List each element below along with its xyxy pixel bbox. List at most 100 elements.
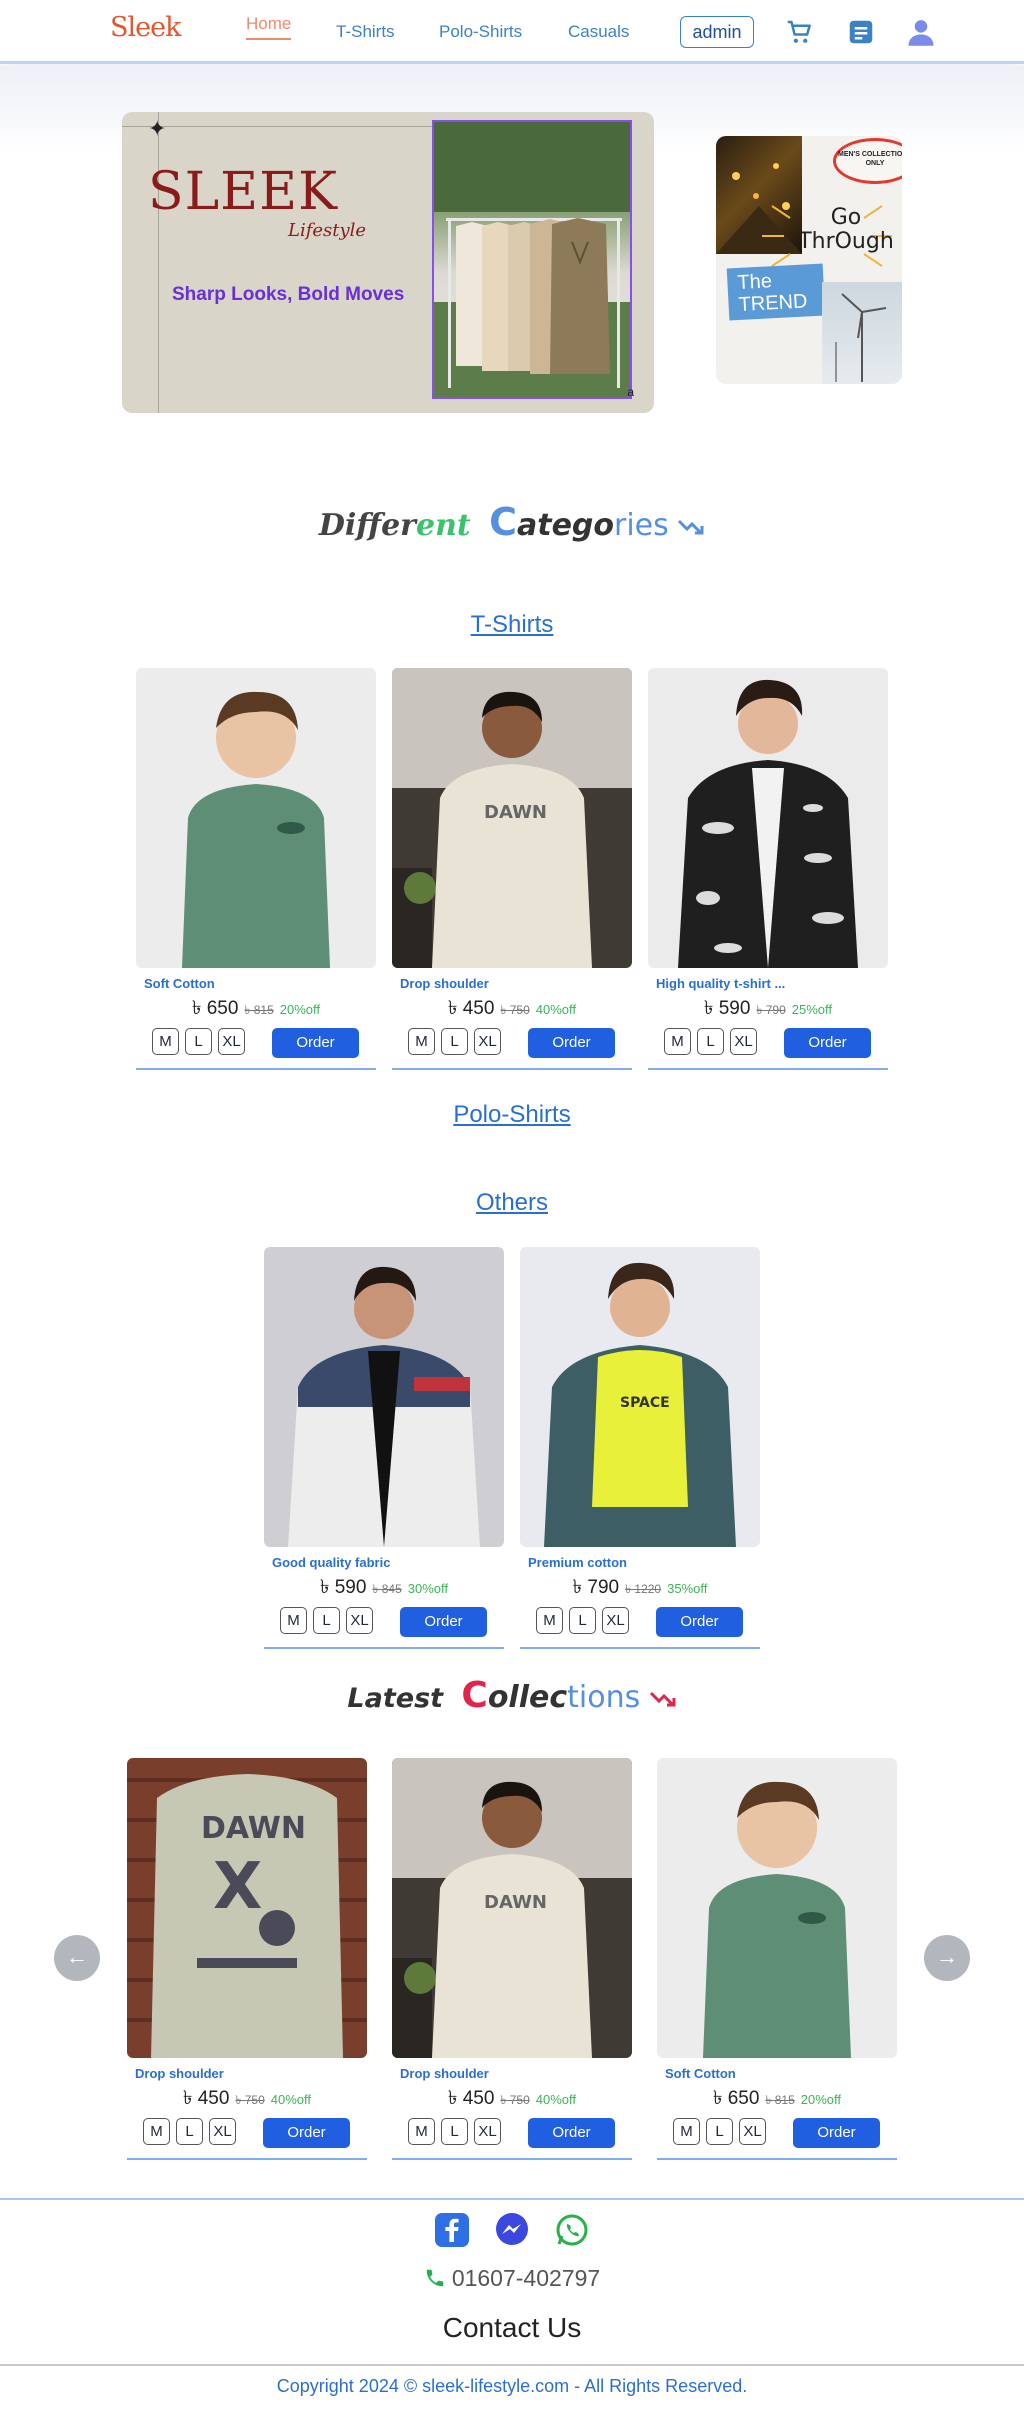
size-l-button[interactable]: L	[569, 1607, 596, 1634]
product-old-price: ৳ 750	[500, 2093, 530, 2107]
phone-icon	[426, 2269, 444, 2287]
product-image[interactable]: DAWN X	[127, 1758, 367, 2058]
facebook-icon[interactable]	[434, 2212, 470, 2248]
product-image[interactable]	[264, 1247, 504, 1547]
order-button[interactable]: Order	[784, 1028, 871, 1058]
product-card[interactable]: Soft Cotton ৳ 650 ৳ 815 20%off M L XL Order	[136, 668, 376, 1088]
price-row: ৳ 450 ৳ 750 40%off	[127, 2084, 367, 2116]
size-xl-button[interactable]: XL	[739, 2118, 766, 2145]
size-l-button[interactable]: L	[441, 1028, 468, 1055]
promo-headline: Go ThrOugh	[798, 205, 894, 254]
size-l-button[interactable]: L	[706, 2118, 733, 2145]
product-name[interactable]: Soft Cotton	[144, 976, 215, 991]
size-xl-button[interactable]: XL	[209, 2118, 236, 2145]
discount-badge: 40%off	[535, 2092, 577, 2107]
product-image[interactable]	[657, 1758, 897, 2058]
order-button[interactable]: Order	[528, 1028, 615, 1058]
product-card[interactable]: High quality t-shirt ... ৳ 590 ৳ 790 25%of…	[648, 668, 888, 1088]
product-name[interactable]: Drop shoulder	[135, 2066, 224, 2081]
orders-icon[interactable]	[846, 17, 876, 47]
promo-card[interactable]: MEN'S COLLECTIONS ONLY Go ThrOugh The TR…	[716, 136, 902, 384]
carousel-next-button[interactable]: →	[924, 1935, 970, 1981]
order-button[interactable]: Order	[656, 1607, 743, 1637]
product-name[interactable]: Drop shoulder	[400, 2066, 489, 2081]
whatsapp-icon[interactable]	[554, 2212, 590, 2248]
size-l-button[interactable]: L	[313, 1607, 340, 1634]
product-card[interactable]: DAWN X Drop shoulder ৳ 450 ৳ 750 40%off ML…	[127, 1758, 367, 2178]
product-name[interactable]: High quality t-shirt ...	[656, 976, 785, 991]
section-link-polo-shirts[interactable]: Polo-Shirts	[0, 1101, 1024, 1129]
order-button[interactable]: Order	[400, 1607, 487, 1637]
section-link-others[interactable]: Others	[0, 1189, 1024, 1217]
svg-text:DAWN: DAWN	[201, 1811, 306, 1846]
discount-badge: 20%off	[279, 1002, 321, 1017]
cart-icon[interactable]	[784, 17, 814, 47]
product-name[interactable]: Good quality fabric	[272, 1555, 390, 1570]
contact-us-link[interactable]: Contact Us	[0, 2312, 1024, 2344]
size-m-button[interactable]: M	[673, 2118, 700, 2145]
promo-badge: MEN'S COLLECTIONS ONLY	[833, 138, 902, 184]
product-name[interactable]: Drop shoulder	[400, 976, 489, 991]
admin-button[interactable]: admin	[680, 16, 754, 48]
price-row: ৳ 450 ৳ 750 40%off	[392, 994, 632, 1026]
card-divider	[136, 1068, 376, 1070]
product-image[interactable]	[136, 668, 376, 968]
size-l-button[interactable]: L	[441, 2118, 468, 2145]
price-row: ৳ 450 ৳ 750 40%off	[392, 2084, 632, 2116]
nav-casuals[interactable]: Casuals	[568, 22, 629, 42]
user-icon[interactable]	[906, 17, 936, 47]
product-card[interactable]: DAWN Drop shoulder ৳ 450 ৳ 750 40%off M L XL…	[392, 668, 632, 1088]
product-old-price: ৳ 750	[235, 2093, 265, 2107]
size-m-button[interactable]: M	[536, 1607, 563, 1634]
size-l-button[interactable]: L	[185, 1028, 212, 1055]
size-xl-button[interactable]: XL	[218, 1028, 245, 1055]
logo[interactable]: Sleek	[110, 12, 181, 43]
carousel-prev-button[interactable]: ←	[54, 1935, 100, 1981]
section-link-tshirts[interactable]: T-Shirts	[0, 611, 1024, 639]
product-image[interactable]: SPACE	[520, 1247, 760, 1547]
order-button[interactable]: Order	[793, 2118, 880, 2148]
size-l-button[interactable]: L	[176, 2118, 203, 2145]
product-image[interactable]: DAWN	[392, 1758, 632, 2058]
product-card[interactable]: Soft Cotton ৳ 650 ৳ 815 20%off M L XL Order	[657, 1758, 897, 2178]
banner-corner-mark: a	[627, 385, 634, 399]
order-button[interactable]: Order	[528, 2118, 615, 2148]
order-button[interactable]: Order	[263, 2118, 350, 2148]
nav-tshirts[interactable]: T-Shirts	[336, 22, 395, 42]
latest-collections-heading: Latest Collections	[0, 1675, 1024, 1716]
product-image[interactable]	[648, 668, 888, 968]
size-xl-button[interactable]: XL	[346, 1607, 373, 1634]
footer-divider-bottom	[0, 2364, 1024, 2366]
product-card[interactable]: Good quality fabric ৳ 590 ৳ 845 30%off MLX…	[264, 1247, 504, 1667]
size-xl-button[interactable]: XL	[474, 2118, 501, 2145]
card-divider	[264, 1647, 504, 1649]
product-image[interactable]: DAWN	[392, 668, 632, 968]
size-xl-button[interactable]: XL	[730, 1028, 757, 1055]
card-divider	[127, 2158, 367, 2160]
size-xl-button[interactable]: XL	[474, 1028, 501, 1055]
phone-number[interactable]: 01607-402797	[0, 2265, 1024, 2292]
size-m-button[interactable]: M	[143, 2118, 170, 2145]
size-l-button[interactable]: L	[697, 1028, 724, 1055]
banner-brand-subtitle: Lifestyle	[288, 220, 367, 241]
size-m-button[interactable]: M	[280, 1607, 307, 1634]
size-m-button[interactable]: M	[408, 1028, 435, 1055]
size-xl-button[interactable]: XL	[602, 1607, 629, 1634]
hero-banner[interactable]: ✦ SLEEK Lifestyle Sharp Looks, Bold Move…	[122, 112, 654, 413]
product-name[interactable]: Soft Cotton	[665, 2066, 736, 2081]
order-button[interactable]: Order	[272, 1028, 359, 1058]
size-options: M L XL	[536, 1607, 635, 1634]
nav-polo-shirts[interactable]: Polo-Shirts	[439, 22, 522, 42]
product-name[interactable]: Premium cotton	[528, 1555, 627, 1570]
product-card[interactable]: SPACE Premium cotton ৳ 790 ৳ 1220 35%off M…	[520, 1247, 760, 1667]
banner-tagline: Sharp Looks, Bold Moves	[172, 284, 405, 305]
product-price: ৳ 450	[447, 998, 495, 1019]
price-row: ৳ 590 ৳ 790 25%off	[648, 994, 888, 1026]
size-m-button[interactable]: M	[152, 1028, 179, 1055]
size-m-button[interactable]: M	[664, 1028, 691, 1055]
size-m-button[interactable]: M	[408, 2118, 435, 2145]
messenger-icon[interactable]	[494, 2212, 530, 2248]
product-card[interactable]: DAWN Drop shoulder ৳ 450 ৳ 750 40%off M L XL…	[392, 1758, 632, 2178]
product-old-price: ৳ 750	[500, 1003, 530, 1017]
nav-home[interactable]: Home	[246, 14, 292, 40]
